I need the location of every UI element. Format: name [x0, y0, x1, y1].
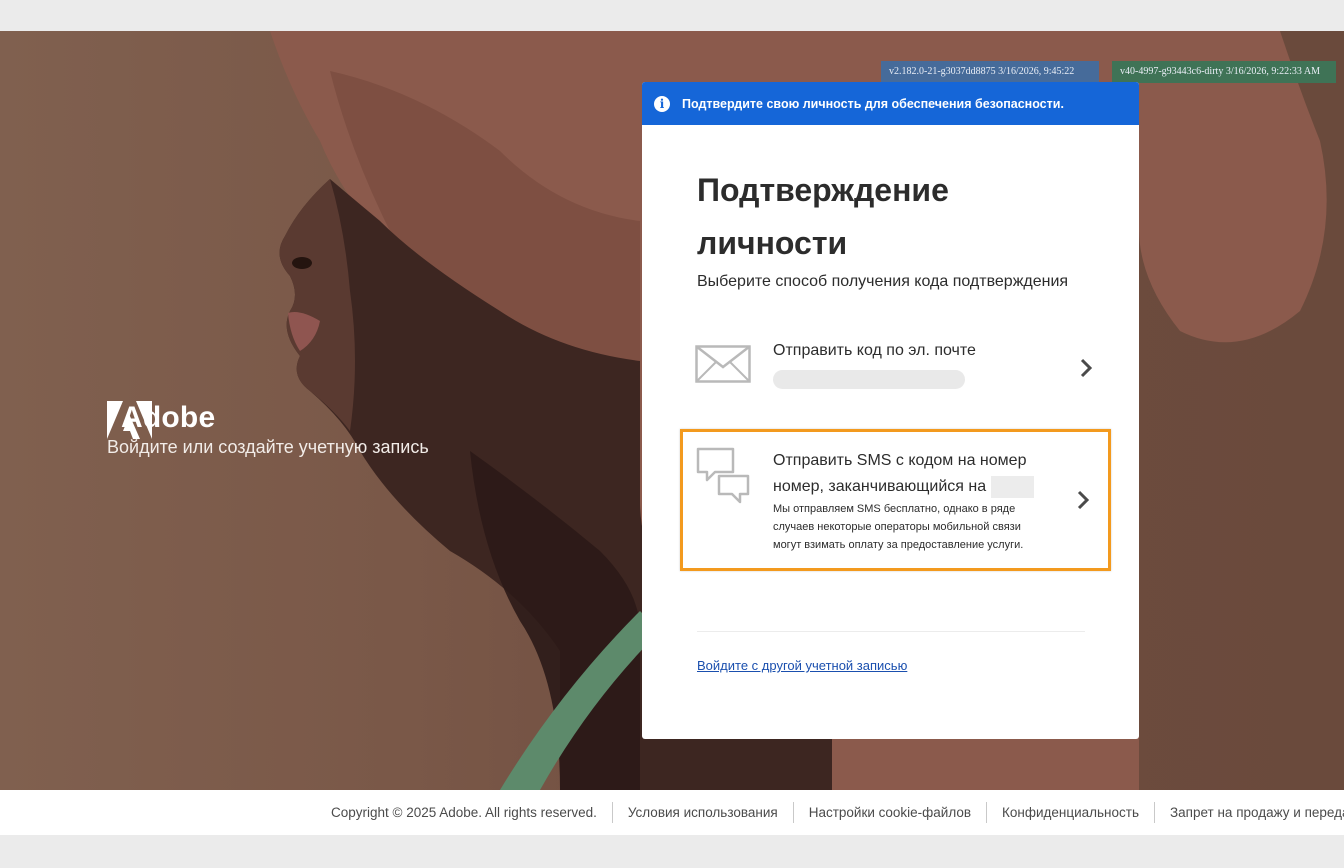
top-strip [0, 0, 1344, 31]
footer-separator [986, 802, 988, 823]
adobe-logo-icon [107, 401, 152, 439]
switch-account-link[interactable]: Войдите с другой учетной записью [697, 658, 907, 673]
masked-email [773, 370, 965, 389]
email-option-label: Отправить код по эл. почте [773, 342, 976, 359]
do-not-sell-link[interactable]: Запрет на продажу и передачу личной [1170, 805, 1344, 820]
sms-option-label: Отправить SMS с кодом на номер номер, за… [773, 448, 1053, 500]
build-version-badge: v40-4997-g93443c6-dirty 3/16/2026, 9:22:… [1112, 61, 1336, 83]
security-banner: i Подтвердите свою личность для обеспече… [642, 82, 1139, 125]
footer-separator [1154, 802, 1155, 823]
bottom-strip [0, 835, 1344, 868]
page-title: Подтверждение личности [697, 172, 949, 261]
sms-option-text: Отправить SMS с кодом на номер номер, за… [773, 452, 1027, 495]
footer: Copyright © 2025 Adobe. All rights reser… [0, 790, 1344, 835]
verification-card: i Подтвердите свою личность для обеспече… [642, 82, 1139, 739]
footer-links: Copyright © 2025 Adobe. All rights reser… [331, 790, 1344, 835]
page-subtitle: Выберите способ получения кода подтвержд… [697, 273, 1069, 290]
chevron-right-icon [1080, 358, 1093, 378]
info-icon: i [654, 95, 670, 112]
footer-separator [792, 802, 794, 823]
chevron-right-icon [1077, 490, 1090, 510]
sms-option-note: Мы отправляем SMS бесплатно, однако в ря… [773, 503, 1024, 551]
email-code-option[interactable]: Отправить код по эл. почте [680, 330, 1111, 406]
brand-block: Adobe Войдите или создайте учетную запис… [107, 401, 429, 458]
envelope-icon [695, 345, 751, 383]
cookie-settings-link[interactable]: Настройки cookie-файлов [809, 805, 971, 820]
sms-code-option[interactable]: Отправить SMS с кодом на номер номер, за… [680, 429, 1111, 571]
copyright-text: Copyright © 2025 Adobe. All rights reser… [331, 805, 597, 820]
banner-text: Подтвердите свою личность для обеспечени… [682, 96, 1064, 111]
privacy-link[interactable]: Конфиденциальность [1002, 805, 1139, 820]
build-version-badge: v2.182.0-21-g3037dd8875 3/16/2026, 9:45:… [881, 61, 1099, 99]
brand-tagline: Войдите или создайте учетную запись [107, 437, 429, 457]
sms-icon [696, 447, 750, 504]
footer-separator [611, 802, 613, 823]
terms-link[interactable]: Условия использования [628, 805, 778, 820]
divider [697, 631, 1085, 632]
masked-phone-digits [990, 475, 1034, 498]
